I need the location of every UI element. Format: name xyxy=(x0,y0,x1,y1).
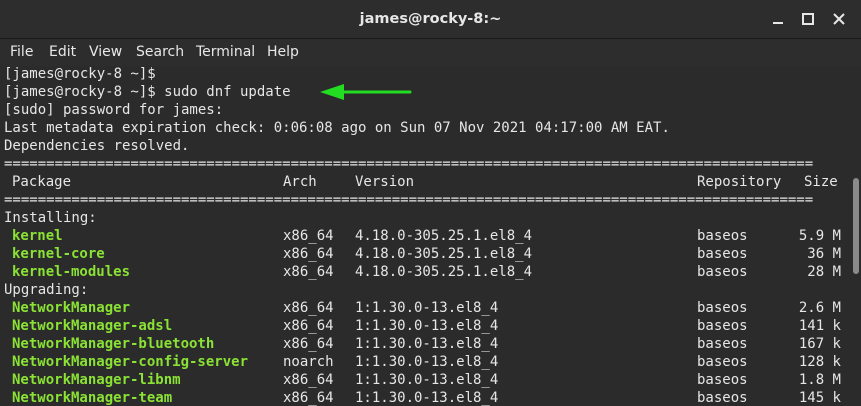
terminal-line: Last metadata expiration check: 0:06:08 … xyxy=(4,120,670,136)
annotation-arrow-icon xyxy=(320,84,412,100)
package-name: NetworkManager xyxy=(12,300,131,316)
section-label-installing: Installing: xyxy=(4,210,97,226)
package-version: 1:1.30.0-13.el8_4 xyxy=(355,390,499,406)
minimize-icon xyxy=(773,22,783,24)
package-arch: x86_64 xyxy=(283,336,334,352)
terminal-line: [sudo] password for james: xyxy=(4,102,224,118)
package-name: NetworkManager-libnm xyxy=(12,372,181,388)
package-size: 36 M xyxy=(807,246,841,262)
terminal-line: Dependencies resolved. xyxy=(4,138,190,154)
window-title: james@rocky-8:~ xyxy=(359,11,502,27)
package-version: 4.18.0-305.25.1.el8_4 xyxy=(355,264,533,280)
package-size: 28 M xyxy=(807,264,841,280)
package-version: 1:1.30.0-13.el8_4 xyxy=(355,300,499,316)
package-repo: baseos xyxy=(697,372,748,388)
package-repo: baseos xyxy=(697,246,748,262)
terminal-window: james@rocky-8:~ File Edit View Search Te… xyxy=(0,0,861,406)
terminal-content[interactable]: [james@rocky-8 ~]$ [james@rocky-8 ~]$ su… xyxy=(0,66,849,406)
package-name: NetworkManager-bluetooth xyxy=(12,336,215,352)
package-name: kernel xyxy=(12,228,63,244)
package-arch: x86_64 xyxy=(283,264,334,280)
package-repo: baseos xyxy=(697,390,748,406)
close-button[interactable] xyxy=(828,8,850,30)
package-repo: baseos xyxy=(697,228,748,244)
scrollbar-thumb[interactable] xyxy=(853,178,859,274)
package-size: 141 k xyxy=(798,318,841,334)
package-size: 128 k xyxy=(798,354,841,370)
package-version: 1:1.30.0-13.el8_4 xyxy=(355,372,499,388)
minimize-button[interactable] xyxy=(767,8,789,30)
package-name: NetworkManager-adsl xyxy=(12,318,173,334)
package-arch: x86_64 xyxy=(283,390,334,406)
package-arch: noarch xyxy=(283,354,334,370)
package-arch: x86_64 xyxy=(283,372,334,388)
package-size: 1.8 M xyxy=(798,372,841,388)
package-repo: baseos xyxy=(697,354,748,370)
header-size: Size xyxy=(804,174,838,190)
maximize-button[interactable] xyxy=(797,8,819,30)
package-name: NetworkManager-team xyxy=(12,390,173,406)
title-bar[interactable]: james@rocky-8:~ xyxy=(0,0,861,39)
package-version: 4.18.0-305.25.1.el8_4 xyxy=(355,228,533,244)
header-version: Version xyxy=(355,174,415,190)
separator-line: ========================================… xyxy=(4,192,814,208)
menu-terminal[interactable]: Terminal xyxy=(196,39,255,66)
close-icon xyxy=(833,13,845,25)
header-repository: Repository xyxy=(697,174,782,190)
package-name: kernel-modules xyxy=(12,264,131,280)
menu-bar: File Edit View Search Terminal Help xyxy=(0,39,861,67)
package-size: 145 k xyxy=(798,390,841,406)
package-version: 1:1.30.0-13.el8_4 xyxy=(355,318,499,334)
package-version: 4.18.0-305.25.1.el8_4 xyxy=(355,246,533,262)
package-repo: baseos xyxy=(697,318,748,334)
package-name: NetworkManager-config-server xyxy=(12,354,249,370)
terminal-line-command: [james@rocky-8 ~]$ sudo dnf update xyxy=(4,84,291,100)
package-repo: baseos xyxy=(697,336,748,352)
package-size: 5.9 M xyxy=(798,228,841,244)
package-size: 167 k xyxy=(798,336,841,352)
menu-search[interactable]: Search xyxy=(136,39,184,66)
menu-help[interactable]: Help xyxy=(267,39,299,66)
menu-file[interactable]: File xyxy=(10,39,33,66)
maximize-icon xyxy=(802,13,814,25)
package-repo: baseos xyxy=(697,264,748,280)
package-repo: baseos xyxy=(697,300,748,316)
menu-view[interactable]: View xyxy=(89,39,122,66)
terminal-line: [james@rocky-8 ~]$ xyxy=(4,66,156,82)
section-label-upgrading: Upgrading: xyxy=(4,282,89,298)
package-name: kernel-core xyxy=(12,246,105,262)
package-size: 2.6 M xyxy=(798,300,841,316)
header-package: Package xyxy=(12,174,72,190)
package-arch: x86_64 xyxy=(283,318,334,334)
separator-line: ========================================… xyxy=(4,156,814,172)
package-arch: x86_64 xyxy=(283,228,334,244)
menu-edit[interactable]: Edit xyxy=(49,39,76,66)
package-arch: x86_64 xyxy=(283,300,334,316)
header-arch: Arch xyxy=(283,174,317,190)
package-version: 1:1.30.0-13.el8_4 xyxy=(355,354,499,370)
package-arch: x86_64 xyxy=(283,246,334,262)
package-version: 1:1.30.0-13.el8_4 xyxy=(355,336,499,352)
